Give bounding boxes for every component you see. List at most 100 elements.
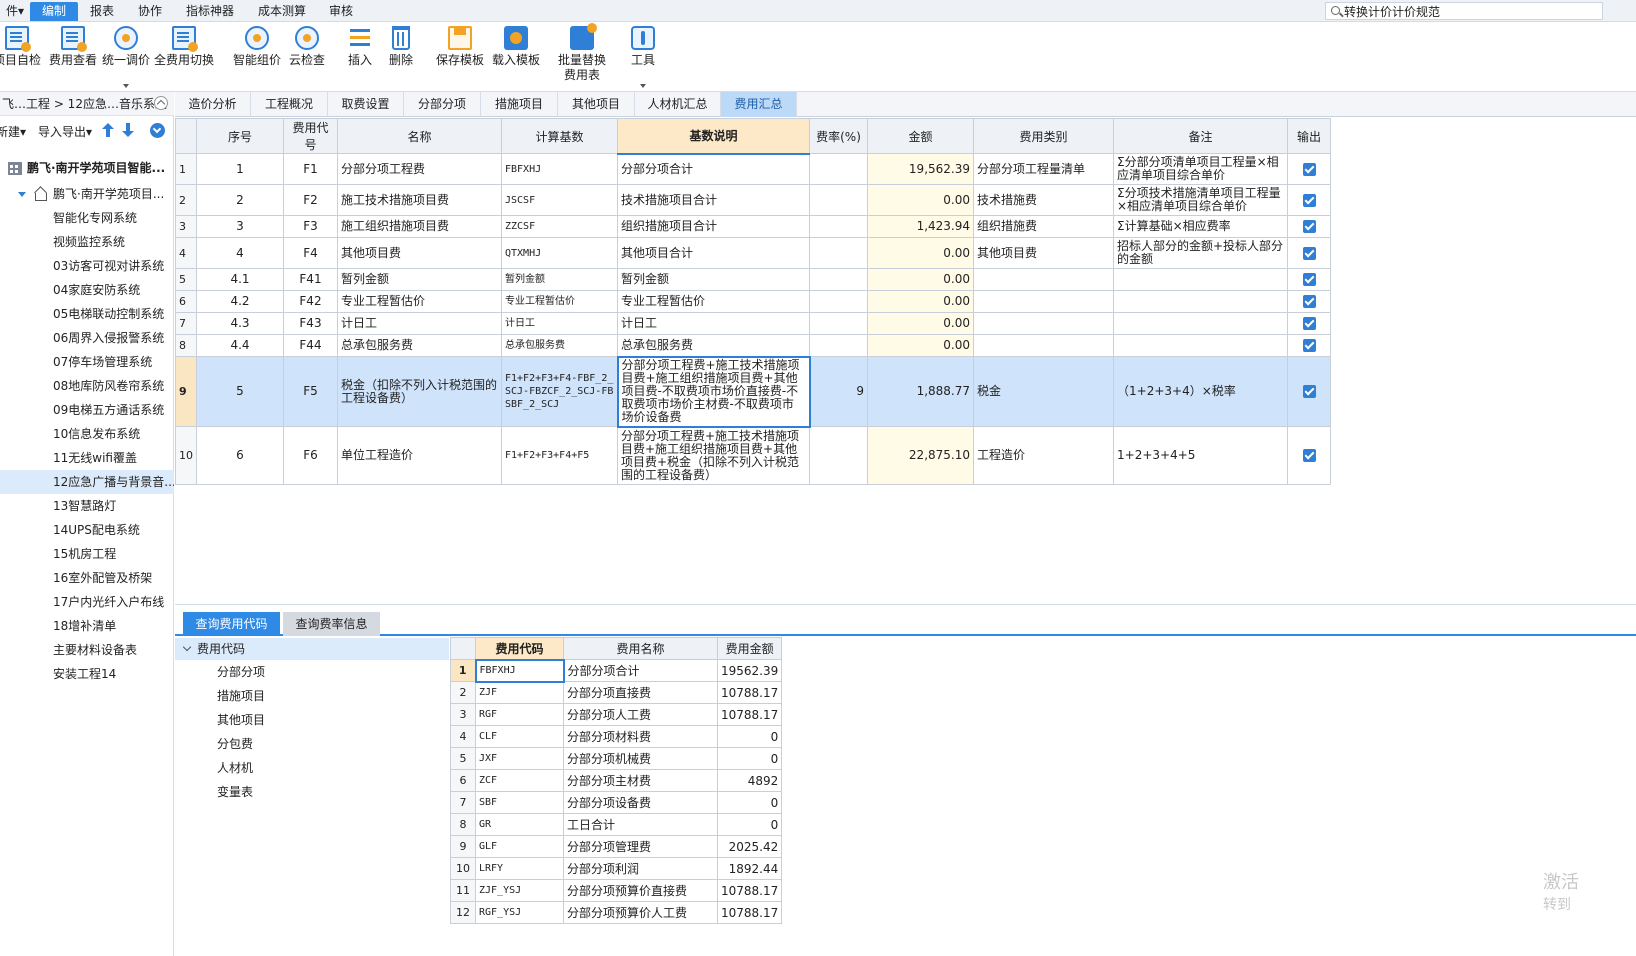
cell-fee-name[interactable]: 工日合计 [563, 813, 718, 836]
table-row[interactable]: 6 ZCF 分部分项主材费 4892 [450, 769, 783, 792]
cell-base-desc[interactable]: 暂列金额 [617, 268, 810, 291]
cell-fee-name[interactable]: 分部分项预算价直接费 [563, 879, 718, 902]
cell-base-desc[interactable]: 计日工 [617, 312, 810, 335]
cell-category[interactable]: 分部分项工程量清单 [973, 153, 1114, 185]
table-row[interactable]: 7 SBF 分部分项设备费 0 [450, 791, 783, 814]
cell-base[interactable]: F1+F2+F3+F4+F5 [501, 426, 618, 485]
cell-seq[interactable]: 2 [196, 184, 284, 216]
table-row[interactable]: 9 GLF 分部分项管理费 2025.42 [450, 835, 783, 858]
unified-price-adjust-button[interactable]: 统一调价 [101, 26, 151, 88]
tab-2[interactable]: 取费设置 [328, 92, 404, 117]
tools-button[interactable]: 工具 [628, 26, 658, 88]
cloud-check-button[interactable]: 云检查 [286, 26, 328, 88]
cell-note[interactable]: 1+2+3+4+5 [1113, 426, 1288, 485]
table-row[interactable]: 6 4.2 F42 专业工程暂估价 专业工程暂估价 专业工程暂估价 0.00 [175, 290, 1331, 313]
cell-base[interactable]: 暂列金额 [501, 268, 618, 291]
cell-name[interactable]: 施工技术措施项目费 [337, 184, 502, 216]
cell-name[interactable]: 税金（扣除不列入计税范围的工程设备费） [337, 356, 502, 427]
cell-category[interactable]: 其他项目费 [973, 237, 1114, 269]
panel-divider[interactable] [175, 604, 1636, 605]
column-header[interactable]: 备注 [1113, 118, 1288, 154]
cell-fee-code[interactable]: ZJF_YSJ [475, 879, 564, 902]
cell-fee-code[interactable]: RGF [475, 703, 564, 726]
menu-collab[interactable]: 协作 [132, 2, 168, 21]
cell-fee-code[interactable]: FBFXHJ [474, 658, 565, 683]
menu-cost-estimate[interactable]: 成本测算 [252, 2, 312, 21]
fee-code-category[interactable]: 分部分项 [175, 660, 449, 684]
cell-seq[interactable]: 4.1 [196, 268, 284, 291]
cell-code[interactable]: F5 [283, 356, 338, 427]
batch-replace-fee-table-button[interactable]: 批量替换 费用表 [556, 23, 608, 88]
cell-category[interactable]: 工程造价 [973, 426, 1114, 485]
cell-fee-code[interactable]: JXF [475, 747, 564, 770]
cell-fee-name[interactable]: 分部分项机械费 [563, 747, 718, 770]
cell-seq[interactable]: 4.3 [196, 312, 284, 335]
tree-item[interactable]: 11无线wifi覆盖 [0, 446, 174, 470]
checkbox-checked-icon[interactable] [1302, 295, 1316, 308]
cell-rate[interactable] [809, 215, 868, 238]
cell-name[interactable]: 暂列金额 [337, 268, 502, 291]
table-row[interactable]: 1 1 F1 分部分项工程费 FBFXHJ 分部分项合计 19,562.39 分部分项工程量清… [175, 153, 1331, 185]
table-row[interactable]: 1 FBFXHJ 分部分项合计 19562.39 [450, 658, 783, 683]
cell-rate[interactable]: 9 [809, 356, 868, 427]
column-header[interactable]: 费率(%) [809, 118, 868, 154]
cell-rate[interactable] [809, 268, 868, 291]
tree-item[interactable]: 安装工程14 [0, 662, 174, 686]
cell-code[interactable]: F2 [283, 184, 338, 216]
cell-fee-name[interactable]: 分部分项材料费 [563, 725, 718, 748]
tree-item[interactable]: 08地库防风卷帘系统 [0, 374, 174, 398]
cell-fee-code[interactable]: RGF_YSJ [475, 901, 564, 924]
cell-fee-code[interactable]: GR [475, 813, 564, 836]
column-header[interactable]: 金额 [867, 118, 974, 154]
cell-base[interactable]: 计日工 [501, 312, 618, 335]
cell-category[interactable]: 技术措施费 [973, 184, 1114, 216]
cell-base-desc[interactable]: 分部分项工程费+施工技术措施项目费+施工组织措施项目费+其他项目费+税金（扣除不… [617, 426, 810, 485]
cell-category[interactable]: 税金 [973, 356, 1114, 427]
fee-code-category[interactable]: 其他项目 [175, 708, 449, 732]
save-template-button[interactable]: 保存模板 [434, 26, 486, 88]
tab-7[interactable]: 费用汇总 [721, 92, 797, 117]
checkbox-checked-icon[interactable] [1302, 317, 1316, 330]
tab-4[interactable]: 措施项目 [481, 92, 558, 117]
menu-review[interactable]: 审核 [323, 2, 359, 21]
cell-base-desc[interactable]: 其他项目合计 [617, 237, 810, 269]
cell-fee-code[interactable]: ZJF [475, 681, 564, 704]
cell-category[interactable] [973, 290, 1114, 313]
cell-base[interactable]: QTXMHJ [501, 237, 618, 269]
tab-5[interactable]: 其他项目 [558, 92, 635, 117]
cell-fee-name[interactable]: 分部分项主材费 [563, 769, 718, 792]
checkbox-checked-icon[interactable] [1302, 162, 1316, 176]
menu-edit[interactable]: 编制 [30, 2, 78, 21]
table-row[interactable]: 10 LRFY 分部分项利润 1892.44 [450, 857, 783, 880]
new-button[interactable]: 新建▾ [0, 123, 26, 140]
menu-report[interactable]: 报表 [84, 2, 120, 21]
cell-name[interactable]: 其他项目费 [337, 237, 502, 269]
checkbox-checked-icon[interactable] [1302, 246, 1316, 260]
table-row[interactable]: 5 JXF 分部分项机械费 0 [450, 747, 783, 770]
cell-fee-name[interactable]: 分部分项人工费 [563, 703, 718, 726]
column-header[interactable]: 费用类别 [973, 118, 1114, 154]
table-row[interactable]: 12 RGF_YSJ 分部分项预算价人工费 10788.17 [450, 901, 783, 924]
project-self-check-button[interactable]: 项目自检 [0, 26, 42, 88]
cell-base-desc[interactable]: 组织措施项目合计 [617, 215, 810, 238]
column-header[interactable]: 费用代号 [283, 118, 338, 154]
checkbox-checked-icon[interactable] [1302, 449, 1316, 462]
move-up-icon[interactable] [102, 123, 114, 137]
cell-name[interactable]: 施工组织措施项目费 [337, 215, 502, 238]
cell-fee-code[interactable]: CLF [475, 725, 564, 748]
cell-code[interactable]: F1 [283, 153, 338, 185]
fee-code-category[interactable]: 人材机 [175, 756, 449, 780]
smart-pricing-button[interactable]: 智能组价 [232, 26, 282, 88]
tree-item[interactable]: 14UPS配电系统 [0, 518, 174, 542]
cell-name[interactable]: 单位工程造价 [337, 426, 502, 485]
cell-output[interactable] [1287, 312, 1331, 335]
cell-fee-code[interactable]: LRFY [475, 857, 564, 880]
cell-fee-name[interactable]: 分部分项直接费 [563, 681, 718, 704]
cell-code[interactable]: F6 [283, 426, 338, 485]
cell-code[interactable]: F43 [283, 312, 338, 335]
cell-output[interactable] [1287, 215, 1331, 238]
expand-triangle-icon[interactable] [18, 192, 26, 197]
checkbox-checked-icon[interactable] [1302, 385, 1316, 398]
breadcrumb[interactable]: 飞…工程 > 12应急…音乐系统 [0, 92, 174, 116]
tree-item[interactable]: 17户内光纤入户布线 [0, 590, 174, 614]
